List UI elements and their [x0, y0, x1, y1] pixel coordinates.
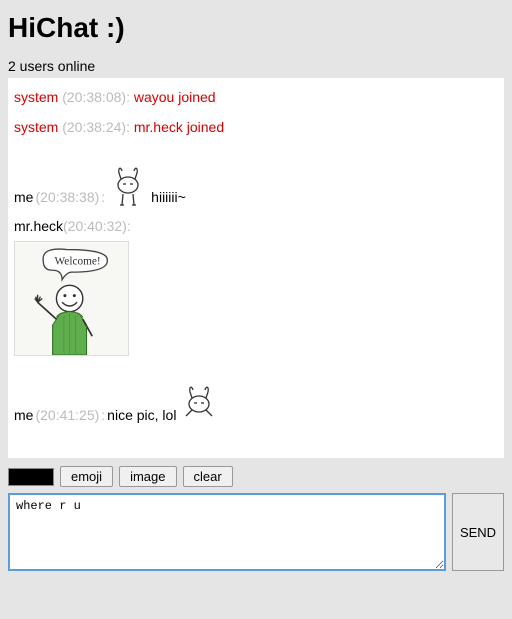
msg-colon: : [101, 406, 105, 426]
msg-sender: system [14, 89, 58, 105]
bunny-emoji-icon [182, 386, 216, 426]
svg-text:Welcome!: Welcome! [55, 255, 101, 267]
clear-button[interactable]: clear [183, 466, 233, 487]
msg-time: (20:40:32) [63, 218, 127, 234]
msg-sender: me [14, 188, 33, 208]
online-status: 2 users online [8, 58, 504, 74]
compose-row: SEND [8, 493, 504, 571]
msg-content: hiiiiii~ [151, 188, 186, 208]
send-button[interactable]: SEND [452, 493, 504, 571]
toolbar: emoji image clear [8, 466, 504, 487]
msg-content: wayou joined [134, 89, 216, 105]
msg-colon: : [101, 188, 105, 208]
msg-sender: me [14, 406, 33, 426]
user-message: me(20:38:38): hiiiiii~ [14, 167, 498, 207]
user-message: me(20:41:25): nice pic, lol [14, 386, 498, 426]
message-input[interactable] [8, 493, 446, 571]
msg-colon: : [127, 218, 131, 234]
msg-sender: mr.heck [14, 218, 63, 234]
msg-content: mr.heck joined [134, 119, 224, 135]
msg-colon: : [126, 119, 134, 135]
image-attachment: Welcome! [14, 241, 129, 356]
msg-time: (20:38:08) [62, 89, 126, 105]
msg-time: (20:38:38) [35, 188, 99, 208]
msg-sender: system [14, 119, 58, 135]
chat-log: system (20:38:08): wayou joined system (… [8, 78, 504, 458]
system-message: system (20:38:08): wayou joined [14, 88, 498, 108]
image-button[interactable]: image [119, 466, 176, 487]
bunny-emoji-icon [111, 167, 145, 207]
color-picker[interactable] [8, 468, 54, 486]
msg-content: nice pic, lol [107, 406, 176, 426]
page-title: HiChat :) [8, 12, 504, 44]
emoji-button[interactable]: emoji [60, 466, 113, 487]
msg-time: (20:41:25) [35, 406, 99, 426]
msg-time: (20:38:24) [62, 119, 126, 135]
msg-colon: : [126, 89, 134, 105]
user-message: mr.heck(20:40:32): Welcome! [14, 217, 498, 356]
system-message: system (20:38:24): mr.heck joined [14, 118, 498, 138]
